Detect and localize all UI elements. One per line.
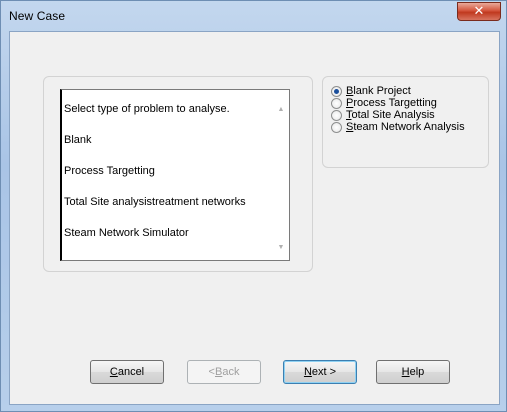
radio-label: Blank Project <box>346 85 411 97</box>
back-button[interactable]: <Back <box>187 360 261 384</box>
scroll-up-arrow-icon[interactable]: ▲ <box>274 104 288 116</box>
dialog-window: New Case ✕ Select type of problem to ana… <box>0 0 507 412</box>
next-button[interactable]: Next > <box>283 360 357 384</box>
radio-label: Total Site Analysis <box>346 109 435 121</box>
radio-label: Process Targetting <box>346 97 437 109</box>
scroll-down-arrow-icon[interactable]: ▼ <box>274 242 288 254</box>
radio-button[interactable] <box>331 122 342 133</box>
radio-button-checked[interactable] <box>331 86 342 97</box>
list-item[interactable]: Blank <box>64 134 92 146</box>
window-title: New Case <box>9 9 66 23</box>
list-item[interactable]: Process Targetting <box>64 165 155 177</box>
project-type-group: Blank Project Process Targetting Total S… <box>322 76 489 168</box>
radio-button[interactable] <box>331 98 342 109</box>
problem-type-group: Select type of problem to analyse. Blank… <box>43 76 313 272</box>
list-item[interactable]: Steam Network Simulator <box>64 227 189 239</box>
problem-type-listbox[interactable]: Select type of problem to analyse. Blank… <box>60 89 290 261</box>
title-bar[interactable]: New Case ✕ <box>1 1 507 31</box>
close-icon: ✕ <box>473 4 485 19</box>
help-button[interactable]: Help <box>376 360 450 384</box>
radio-label: Steam Network Analysis <box>346 121 465 133</box>
close-button[interactable]: ✕ <box>457 2 501 21</box>
list-item[interactable]: Select type of problem to analyse. <box>64 103 230 115</box>
cancel-button[interactable]: Cancel <box>90 360 164 384</box>
list-item[interactable]: Total Site analysistreatment networks <box>64 196 246 208</box>
dialog-client-area: Select type of problem to analyse. Blank… <box>9 31 500 405</box>
radio-button[interactable] <box>331 110 342 121</box>
